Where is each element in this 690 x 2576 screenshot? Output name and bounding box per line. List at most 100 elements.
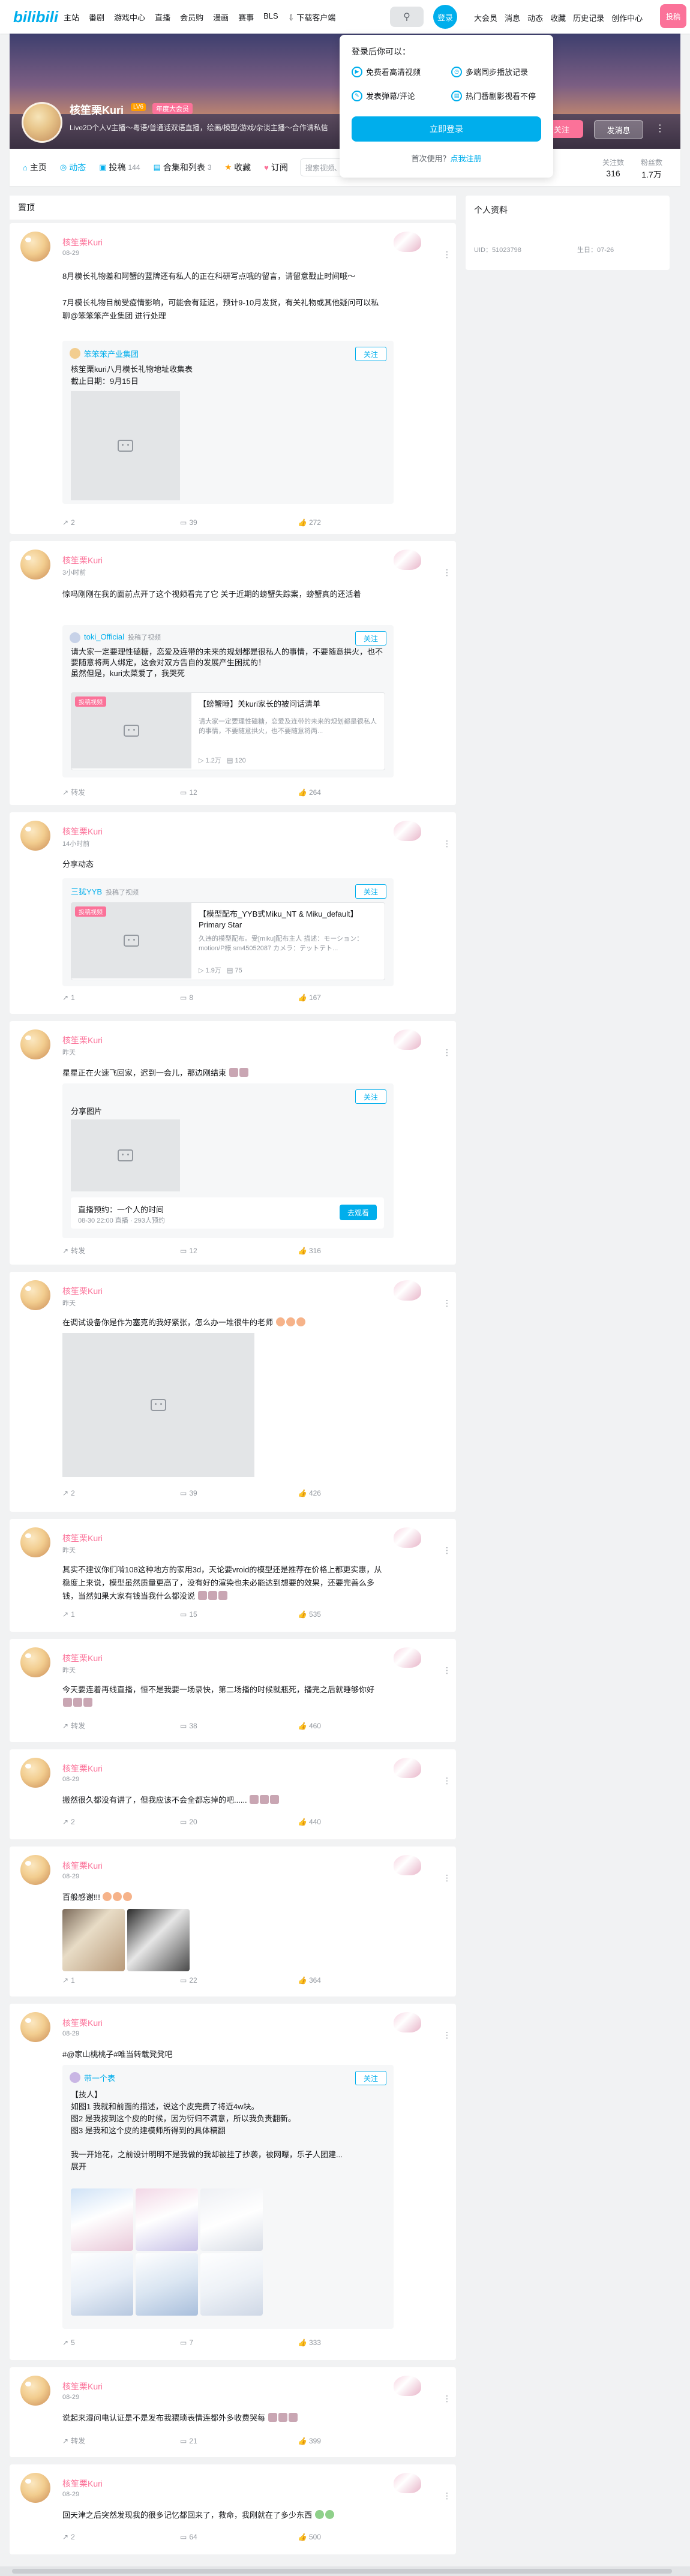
forward-button[interactable]: ↗ 2 bbox=[62, 2533, 180, 2541]
more-icon[interactable]: ⋮ bbox=[443, 2394, 451, 2404]
avatar[interactable] bbox=[20, 1029, 50, 1059]
search-button[interactable]: ⚲ bbox=[390, 7, 424, 27]
more-icon[interactable]: ⋮ bbox=[443, 1665, 451, 1676]
more-icon[interactable]: ⋮ bbox=[443, 1047, 451, 1058]
nav-item-main[interactable]: 主站 bbox=[64, 11, 79, 23]
forwarded-card[interactable]: 关注 分享图片 直播预约：一个人的时间 08-30 22:00 直播 · 293… bbox=[62, 1083, 394, 1238]
like-button[interactable]: 👍 364 bbox=[298, 1976, 415, 1984]
nav-item-history[interactable]: 历史记录 bbox=[573, 12, 604, 23]
tab-favorites[interactable]: ★ 收藏 bbox=[225, 161, 251, 173]
forward-button[interactable]: ↗ 转发 bbox=[62, 2436, 180, 2446]
upload-button[interactable]: 投稿 bbox=[660, 4, 686, 28]
forwarded-follow-button[interactable]: 关注 bbox=[355, 884, 386, 899]
avatar[interactable] bbox=[20, 821, 50, 851]
nav-item-shop[interactable]: 会员购 bbox=[180, 11, 203, 23]
nav-item-manga[interactable]: 漫画 bbox=[213, 11, 229, 23]
scrollbar-thumb[interactable] bbox=[12, 2569, 672, 2574]
more-icon[interactable]: ⋮ bbox=[443, 1776, 451, 1786]
stat-following[interactable]: 关注数 316 bbox=[602, 157, 624, 181]
stat-followers[interactable]: 粉丝数 1.7万 bbox=[641, 157, 662, 181]
nav-item-anime[interactable]: 番剧 bbox=[89, 11, 104, 23]
forwarded-author[interactable]: 笨笨笨产业集团 bbox=[84, 348, 139, 359]
more-icon[interactable]: ⋮ bbox=[655, 122, 665, 134]
author-name[interactable]: 核笙栗Kuri bbox=[62, 2017, 103, 2029]
forward-button[interactable]: ↗ 2 bbox=[62, 518, 180, 527]
nav-item-live[interactable]: 直播 bbox=[155, 11, 170, 23]
comment-button[interactable]: ▭ 38 bbox=[180, 1721, 298, 1731]
nav-item-match[interactable]: 赛事 bbox=[238, 11, 254, 23]
author-name[interactable]: 核笙栗Kuri bbox=[62, 236, 103, 248]
forwarded-follow-button[interactable]: 关注 bbox=[355, 1089, 386, 1104]
like-button[interactable]: 👍 316 bbox=[298, 1245, 415, 1256]
nav-item-game[interactable]: 游戏中心 bbox=[114, 11, 145, 23]
tab-collections[interactable]: ▤ 合集和列表 3 bbox=[154, 161, 212, 173]
photo-thumbnail[interactable] bbox=[200, 2253, 263, 2316]
avatar[interactable] bbox=[20, 2012, 50, 2042]
nav-item-dynamic[interactable]: 动态 bbox=[527, 12, 543, 23]
avatar[interactable] bbox=[20, 232, 50, 262]
login-avatar-button[interactable]: 登录 bbox=[433, 5, 457, 29]
like-button[interactable]: 👍 440 bbox=[298, 1818, 415, 1826]
profile-avatar[interactable] bbox=[22, 102, 62, 143]
comment-button[interactable]: ▭ 8 bbox=[180, 993, 298, 1002]
nav-item-bls[interactable]: BLS bbox=[263, 11, 278, 23]
login-now-button[interactable]: 立即登录 bbox=[352, 116, 541, 142]
photo-thumbnail[interactable] bbox=[136, 2253, 198, 2316]
forward-button[interactable]: ↗ 2 bbox=[62, 1489, 180, 1497]
author-name[interactable]: 核笙栗Kuri bbox=[62, 2380, 103, 2392]
nav-item-download[interactable]: ⇩ 下载客户端 bbox=[288, 11, 336, 23]
image-placeholder[interactable] bbox=[71, 1119, 180, 1191]
comment-button[interactable]: ▭ 21 bbox=[180, 2436, 298, 2446]
nav-item-favorites[interactable]: 收藏 bbox=[550, 12, 566, 23]
tab-subscriptions[interactable]: ♥ 订阅 bbox=[264, 161, 288, 173]
avatar[interactable] bbox=[20, 2473, 50, 2503]
tab-uploads[interactable]: ▣ 投稿 144 bbox=[99, 161, 140, 173]
horizontal-scrollbar[interactable] bbox=[0, 2566, 690, 2576]
avatar[interactable] bbox=[20, 1280, 50, 1310]
forward-button[interactable]: ↗ 1 bbox=[62, 1610, 180, 1619]
nav-item-message[interactable]: 消息 bbox=[505, 12, 520, 23]
tab-dynamic[interactable]: ◎ 动态 bbox=[60, 161, 86, 173]
message-button[interactable]: 发消息 bbox=[594, 120, 643, 139]
avatar[interactable] bbox=[20, 1855, 50, 1885]
author-name[interactable]: 核笙栗Kuri bbox=[62, 825, 103, 837]
nav-item-vip[interactable]: 大会员 bbox=[474, 12, 497, 23]
like-button[interactable]: 👍 460 bbox=[298, 1721, 415, 1731]
avatar[interactable] bbox=[20, 1647, 50, 1677]
comment-button[interactable]: ▭ 22 bbox=[180, 1976, 298, 1984]
author-name[interactable]: 核笙栗Kuri bbox=[62, 1860, 103, 1872]
like-button[interactable]: 👍 426 bbox=[298, 1489, 415, 1497]
forward-button[interactable]: ↗ 1 bbox=[62, 993, 180, 1002]
more-icon[interactable]: ⋮ bbox=[443, 1545, 451, 1556]
photo-thumbnail[interactable] bbox=[127, 1909, 190, 1971]
more-icon[interactable]: ⋮ bbox=[443, 1873, 451, 1883]
forward-button[interactable]: ↗ 2 bbox=[62, 1818, 180, 1826]
author-name[interactable]: 核笙栗Kuri bbox=[62, 1763, 103, 1775]
author-name[interactable]: 核笙栗Kuri bbox=[62, 1652, 103, 1664]
like-button[interactable]: 👍 399 bbox=[298, 2436, 415, 2446]
photo-thumbnail[interactable] bbox=[136, 2188, 198, 2251]
like-button[interactable]: 👍 333 bbox=[298, 2338, 415, 2347]
comment-button[interactable]: ▭ 7 bbox=[180, 2338, 298, 2347]
forwarded-card[interactable]: toki_Official 投稿了视频 关注 请大家一定要理性磕糖，恋爱及连带的未… bbox=[62, 625, 394, 777]
photo-thumbnail[interactable] bbox=[71, 2188, 133, 2251]
like-button[interactable]: 👍 264 bbox=[298, 787, 415, 797]
video-card[interactable]: 投稿视频 【模型配布_YYB式Miku_NT & Miku_default】Pr… bbox=[71, 902, 385, 980]
avatar[interactable] bbox=[20, 1527, 50, 1557]
watch-live-button[interactable]: 去观看 bbox=[340, 1205, 377, 1220]
forward-button[interactable]: ↗ 转发 bbox=[62, 1245, 180, 1256]
like-button[interactable]: 👍 500 bbox=[298, 2533, 415, 2541]
forward-button[interactable]: ↗ 转发 bbox=[62, 1721, 180, 1731]
forwarded-follow-button[interactable]: 关注 bbox=[355, 631, 386, 645]
avatar[interactable] bbox=[20, 2376, 50, 2406]
more-icon[interactable]: ⋮ bbox=[443, 839, 451, 849]
forward-button[interactable]: ↗ 5 bbox=[62, 2338, 180, 2347]
nav-item-creator[interactable]: 创作中心 bbox=[611, 12, 643, 23]
author-name[interactable]: 核笙栗Kuri bbox=[62, 1034, 103, 1046]
more-icon[interactable]: ⋮ bbox=[443, 2491, 451, 2501]
bilibili-logo[interactable]: bilibili bbox=[13, 8, 58, 26]
like-button[interactable]: 👍 167 bbox=[298, 993, 415, 1002]
forwarded-follow-button[interactable]: 关注 bbox=[355, 2071, 386, 2085]
author-name[interactable]: 核笙栗Kuri bbox=[62, 1285, 103, 1297]
comment-button[interactable]: ▭ 12 bbox=[180, 1245, 298, 1256]
